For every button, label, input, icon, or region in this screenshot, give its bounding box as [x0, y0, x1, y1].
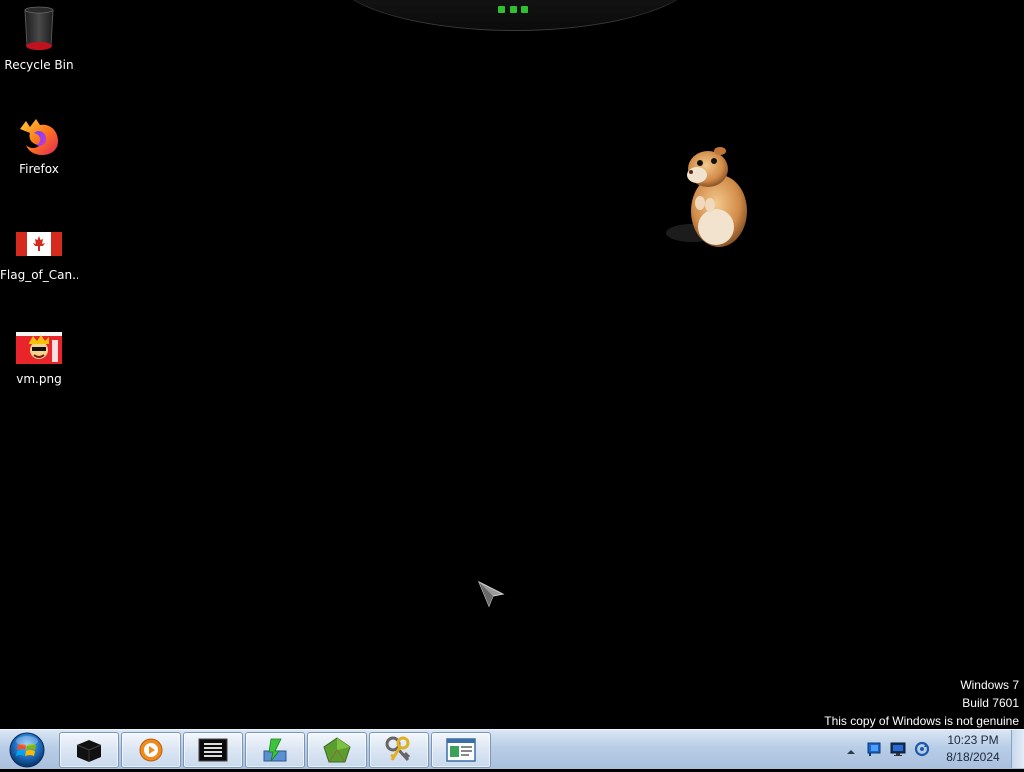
show-hidden-icons-button[interactable]	[845, 743, 857, 755]
show-desktop-button[interactable]	[1011, 730, 1024, 768]
sync-icon	[914, 741, 930, 757]
monitor-icon	[890, 742, 906, 756]
taskbar-button-terminal-list[interactable]	[183, 732, 243, 768]
hamster-gadget-icon[interactable]	[664, 145, 754, 255]
document-window-icon	[446, 738, 476, 762]
firefox-icon	[15, 110, 63, 158]
tray-clock[interactable]: 10:23 PM 8/18/2024	[935, 732, 1011, 766]
installer-icon	[263, 738, 287, 762]
show-hidden-icons-arrow	[847, 750, 855, 754]
clock-time: 10:23 PM	[947, 733, 999, 747]
taskbar[interactable]: 10:23 PM 8/18/2024	[0, 729, 1024, 769]
desktop-icon-label: vm.png	[16, 372, 62, 386]
taskbar-button-green-pentagon[interactable]	[307, 732, 367, 768]
recycle-bin-icon	[15, 6, 63, 54]
tray-sync[interactable]	[914, 741, 930, 757]
desktop-icon-firefox[interactable]: Firefox	[0, 110, 78, 176]
desktop-icon-vm-png[interactable]: vm.png	[0, 328, 78, 386]
top-gadget	[330, 0, 700, 31]
tray-network-flag[interactable]	[866, 741, 882, 757]
desktop-icon-recycle-bin[interactable]: Recycle Bin	[0, 6, 78, 72]
gadget-leds	[498, 6, 528, 14]
mouse-cursor-icon	[477, 580, 505, 608]
taskbar-button-installer[interactable]	[245, 732, 305, 768]
black-box-app-icon	[76, 740, 102, 762]
watermark-genuine-notice: This copy of Windows is not genuine	[824, 714, 1019, 728]
taskbar-button-keys[interactable]	[369, 732, 429, 768]
canada-flag-icon	[15, 224, 63, 264]
start-button[interactable]	[5, 731, 49, 768]
media-player-icon	[139, 738, 163, 762]
desktop-icon-flag-of-canada[interactable]: Flag_of_Can...	[0, 224, 78, 282]
image-file-icon	[15, 328, 63, 368]
terminal-list-icon	[198, 738, 228, 762]
windows-watermark: Windows 7 Build 7601 This copy of Window…	[824, 676, 1019, 730]
watermark-os: Windows 7	[960, 678, 1019, 692]
desktop-icon-label: Recycle Bin	[4, 58, 74, 72]
keys-icon	[385, 736, 411, 762]
network-flag-icon	[867, 742, 881, 756]
desktop-icon-label: Firefox	[19, 162, 59, 176]
desktop[interactable]: Recycle Bin Firefox Flag_of_Can... vm.pn…	[0, 0, 1024, 730]
watermark-build: Build 7601	[962, 696, 1019, 710]
start-orb-icon	[9, 732, 45, 768]
taskbar-button-black-box[interactable]	[59, 732, 119, 768]
taskbar-button-document-window[interactable]	[431, 732, 491, 768]
desktop-icon-label: Flag_of_Can...	[0, 268, 78, 282]
clock-date: 8/18/2024	[946, 750, 1000, 764]
taskbar-button-media-player[interactable]	[121, 732, 181, 768]
green-pentagon-app-icon	[323, 737, 351, 763]
tray-monitor[interactable]	[890, 741, 906, 757]
